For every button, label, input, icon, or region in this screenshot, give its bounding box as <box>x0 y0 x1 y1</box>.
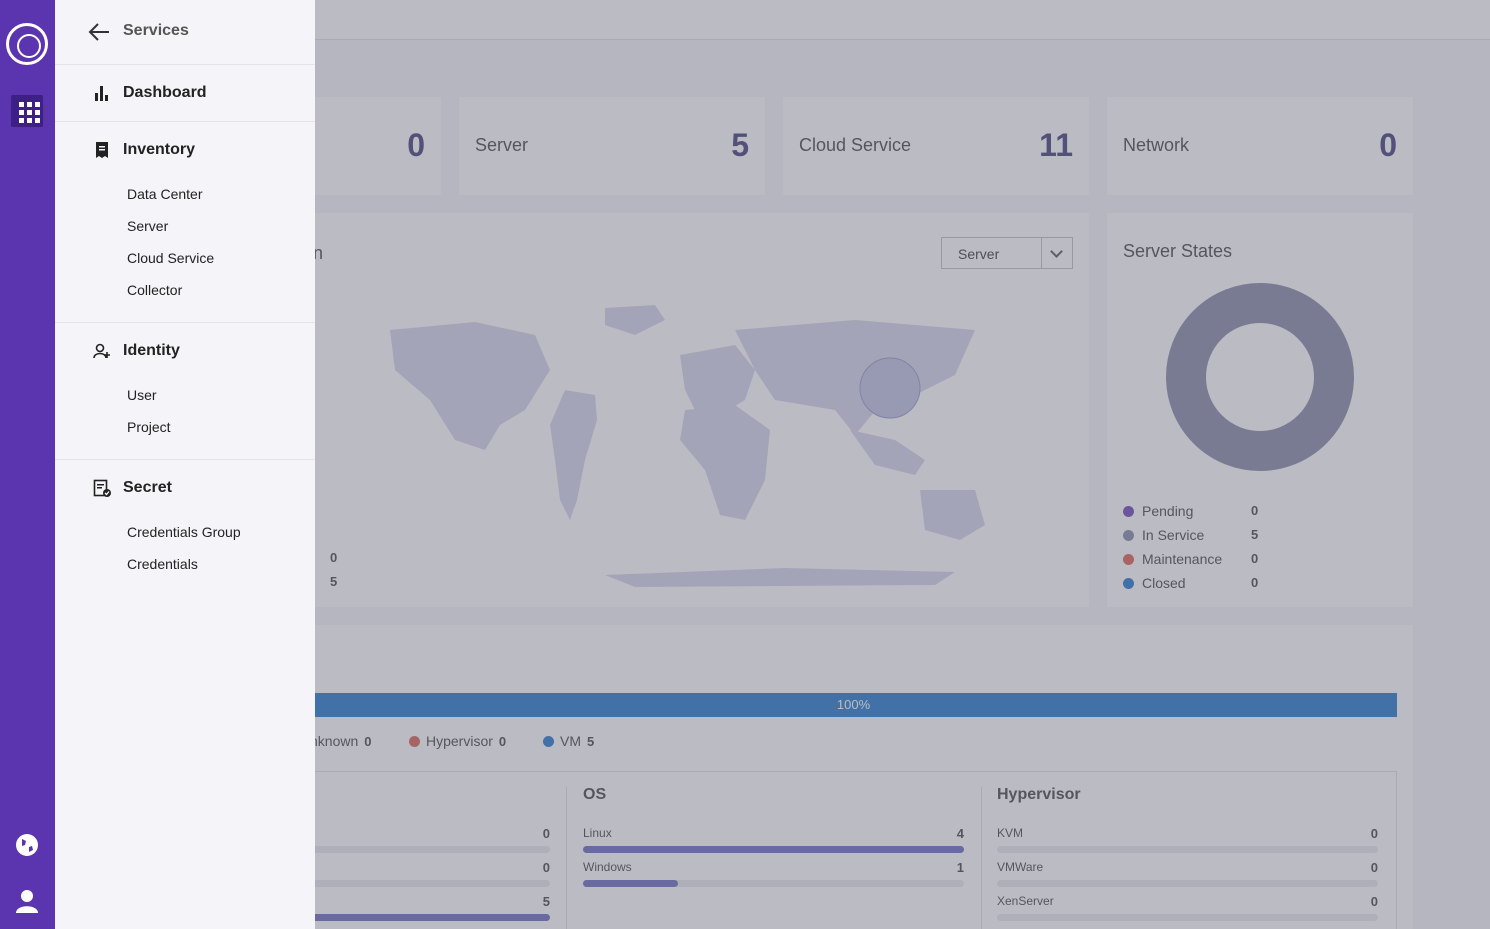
menu-subitem-data-center[interactable]: Data Center <box>127 186 202 202</box>
grid-apps-icon[interactable] <box>11 95 43 127</box>
menu-item-inventory[interactable]: Inventory <box>123 141 195 159</box>
cloudforet-logo-icon[interactable] <box>6 23 48 65</box>
bar-chart-icon <box>95 86 108 101</box>
menu-item-identity[interactable]: Identity <box>123 342 180 360</box>
menu-subitem-project[interactable]: Project <box>127 419 171 435</box>
menu-section-secret: Secret Credentials Group Credentials <box>55 460 315 590</box>
left-rail <box>0 0 55 929</box>
menu-subitem-user[interactable]: User <box>127 387 157 403</box>
user-icon[interactable] <box>16 889 38 913</box>
menu-subitem-cloud-service[interactable]: Cloud Service <box>127 250 214 266</box>
globe-icon[interactable] <box>16 834 38 856</box>
menu-section-dashboard: Dashboard <box>55 65 315 122</box>
menu-item-dashboard[interactable]: Dashboard <box>123 84 207 102</box>
menu-item-secret[interactable]: Secret <box>123 479 172 497</box>
menu-subitem-collector[interactable]: Collector <box>127 282 182 298</box>
menu-section-inventory: Inventory Data Center Server Cloud Servi… <box>55 122 315 323</box>
menu-section-identity: Identity User Project <box>55 323 315 460</box>
arrow-left-icon[interactable] <box>88 22 110 42</box>
services-menu: Services Dashboard Inventory Data Center… <box>55 0 315 929</box>
menu-subitem-credentials-group[interactable]: Credentials Group <box>127 524 241 540</box>
menu-subitem-credentials[interactable]: Credentials <box>127 556 198 572</box>
menu-title: Services <box>123 22 189 39</box>
inventory-icon <box>96 142 108 158</box>
menu-subitem-server[interactable]: Server <box>127 218 168 234</box>
identity-icon <box>93 343 110 359</box>
secret-icon <box>93 479 111 497</box>
menu-header: Services <box>55 0 315 65</box>
